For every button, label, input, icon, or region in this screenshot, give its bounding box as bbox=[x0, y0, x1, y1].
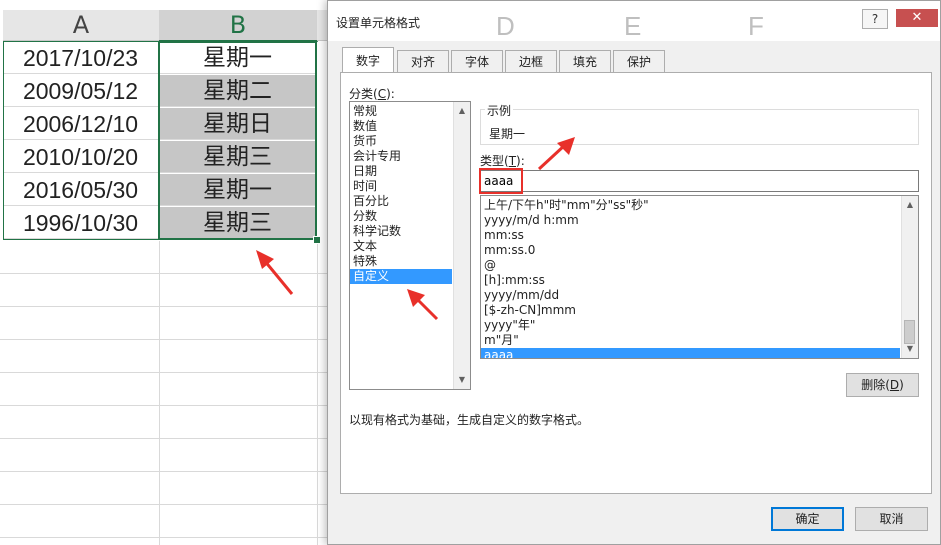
tab-alignment[interactable]: 对齐 bbox=[397, 50, 449, 72]
grid-line bbox=[159, 241, 160, 545]
sample-label: 示例 bbox=[485, 102, 514, 119]
delete-button[interactable]: 删除(D) bbox=[846, 373, 919, 397]
category-scrollbar[interactable]: ▲ ▼ bbox=[453, 102, 470, 389]
bg-column-letter: D bbox=[496, 11, 515, 41]
grid-line bbox=[0, 372, 340, 373]
cell-b-weekday[interactable]: 星期二 bbox=[159, 75, 317, 107]
tab-border[interactable]: 边框 bbox=[505, 50, 557, 72]
category-list[interactable]: 常规 数值 货币 会计专用 日期 时间 百分比 分数 科学记数 文本 特殊 自定义 ▲ ▼ bbox=[349, 101, 471, 390]
cell-a-date[interactable]: 2017/10/23 bbox=[3, 42, 159, 74]
column-header-b[interactable]: B bbox=[159, 10, 318, 42]
cell-a-date[interactable]: 2016/05/30 bbox=[3, 174, 159, 206]
scroll-up-arrow-icon[interactable]: ▲ bbox=[902, 198, 918, 212]
category-item[interactable]: 分数 bbox=[350, 209, 452, 224]
category-label: 分类(C): bbox=[349, 87, 395, 101]
sample-value: 星期一 bbox=[489, 127, 526, 141]
category-item[interactable]: 日期 bbox=[350, 164, 452, 179]
category-item[interactable]: 百分比 bbox=[350, 194, 452, 209]
grid-line bbox=[0, 306, 340, 307]
cell-b-weekday[interactable]: 星期一 bbox=[159, 42, 317, 74]
grid-line bbox=[0, 471, 340, 472]
spreadsheet: A B 2017/10/23 星期一 2009/05/12 星期二 2006/12/10… bbox=[0, 0, 341, 545]
format-scrollbar[interactable]: ▲ ▼ bbox=[901, 196, 918, 358]
format-item[interactable]: aaaa bbox=[481, 348, 900, 358]
format-item[interactable]: yyyy/mm/dd bbox=[481, 288, 900, 303]
format-item[interactable]: yyyy/m/d h:mm bbox=[481, 213, 900, 228]
cell-a-date[interactable]: 2009/05/12 bbox=[3, 75, 159, 107]
format-description: 以现有格式为基础，生成自定义的数字格式。 bbox=[349, 413, 590, 427]
cell-b-weekday[interactable]: 星期一 bbox=[159, 174, 317, 206]
category-item[interactable]: 会计专用 bbox=[350, 149, 452, 164]
tab-font[interactable]: 字体 bbox=[451, 50, 503, 72]
cell-b-weekday[interactable]: 星期三 bbox=[159, 141, 317, 173]
format-cells-dialog: 设置单元格格式 ? ✕ D E F 数字 对齐 字体 边框 填充 保护 分类(C… bbox=[327, 0, 941, 545]
cell-b-weekday[interactable]: 星期三 bbox=[159, 207, 317, 239]
sample-group bbox=[480, 109, 919, 145]
tab-protection[interactable]: 保护 bbox=[613, 50, 665, 72]
format-item[interactable]: mm:ss bbox=[481, 228, 900, 243]
category-item[interactable]: 数值 bbox=[350, 119, 452, 134]
cell-a-date[interactable]: 2006/12/10 bbox=[3, 108, 159, 140]
grid-line bbox=[0, 339, 340, 340]
scroll-down-arrow-icon[interactable]: ▼ bbox=[902, 342, 918, 356]
category-item[interactable]: 特殊 bbox=[350, 254, 452, 269]
category-item[interactable]: 时间 bbox=[350, 179, 452, 194]
column-header-a[interactable]: A bbox=[3, 10, 160, 41]
format-list[interactable]: 上午/下午h"时"mm"分"ss"秒" yyyy/m/d h:mm mm:ss mm:… bbox=[480, 195, 919, 359]
format-item[interactable]: 上午/下午h"时"mm"分"ss"秒" bbox=[481, 198, 900, 213]
number-tab-panel: 分类(C): 常规 数值 货币 会计专用 日期 时间 百分比 分数 科学记数 文本 特殊 自定义 ▲ … bbox=[340, 72, 932, 494]
close-button[interactable]: ✕ bbox=[896, 9, 938, 27]
format-item[interactable]: [h]:mm:ss bbox=[481, 273, 900, 288]
type-input[interactable]: aaaa bbox=[480, 170, 919, 192]
scroll-up-arrow-icon[interactable]: ▲ bbox=[454, 104, 470, 118]
fill-handle[interactable] bbox=[313, 236, 321, 244]
grid-line bbox=[0, 438, 340, 439]
bg-column-letter: E bbox=[624, 11, 642, 41]
tab-fill[interactable]: 填充 bbox=[559, 50, 611, 72]
category-item[interactable]: 货币 bbox=[350, 134, 452, 149]
cell-a-date[interactable]: 2010/10/20 bbox=[3, 141, 159, 173]
cell-a-date[interactable]: 1996/10/30 bbox=[3, 207, 159, 239]
category-item[interactable]: 科学记数 bbox=[350, 224, 452, 239]
category-item[interactable]: 文本 bbox=[350, 239, 452, 254]
help-button[interactable]: ? bbox=[862, 9, 888, 29]
grid-line bbox=[0, 405, 340, 406]
grid-line bbox=[0, 537, 340, 538]
dialog-title: 设置单元格格式 bbox=[336, 16, 421, 30]
grid-line bbox=[317, 241, 318, 545]
ok-button[interactable]: 确定 bbox=[771, 507, 844, 531]
scroll-down-arrow-icon[interactable]: ▼ bbox=[454, 373, 470, 387]
bg-column-letter: F bbox=[748, 11, 764, 41]
format-item[interactable]: mm:ss.0 bbox=[481, 243, 900, 258]
category-item[interactable]: 常规 bbox=[350, 104, 452, 119]
type-label: 类型(T): bbox=[480, 154, 525, 168]
cancel-button[interactable]: 取消 bbox=[855, 507, 928, 531]
format-item[interactable]: m"月" bbox=[481, 333, 900, 348]
category-item[interactable]: 自定义 bbox=[350, 269, 452, 284]
tab-number[interactable]: 数字 bbox=[342, 47, 394, 73]
scroll-thumb[interactable] bbox=[904, 320, 915, 344]
grid-line bbox=[0, 273, 340, 274]
grid-line bbox=[0, 504, 340, 505]
cell-b-weekday[interactable]: 星期日 bbox=[159, 108, 317, 140]
format-item[interactable]: [$-zh-CN]mmm bbox=[481, 303, 900, 318]
format-item[interactable]: yyyy"年" bbox=[481, 318, 900, 333]
format-item[interactable]: @ bbox=[481, 258, 900, 273]
